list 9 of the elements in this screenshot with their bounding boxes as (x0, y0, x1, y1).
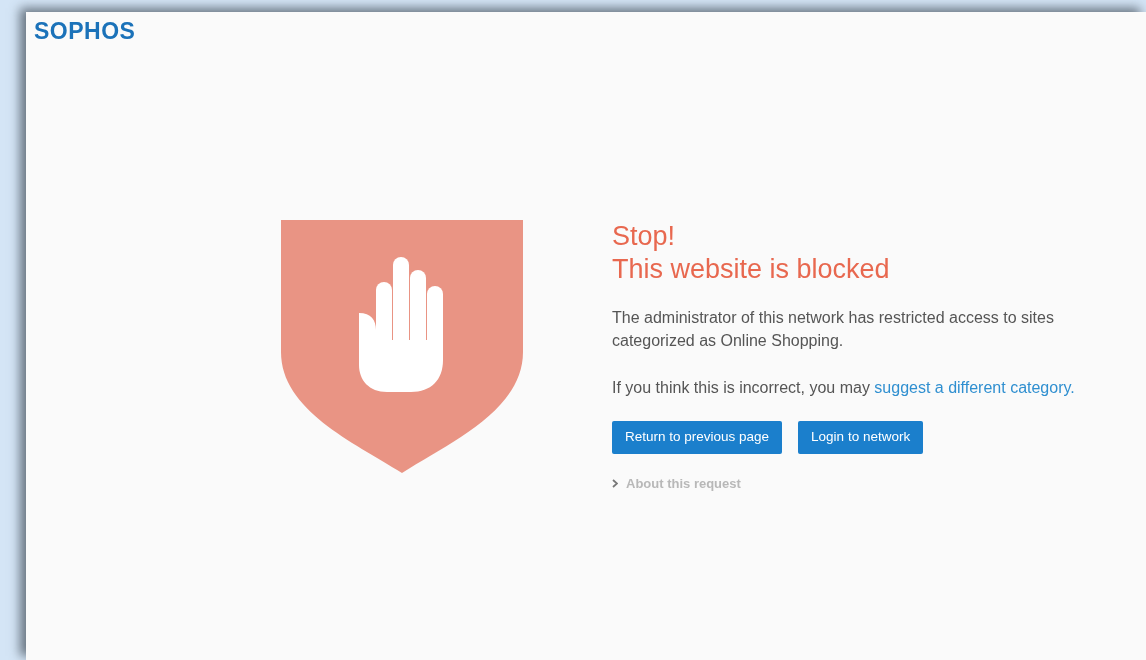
heading-text: This website is blocked (612, 253, 891, 286)
return-button[interactable]: Return to previous page (612, 421, 783, 454)
suggest-category-link[interactable]: suggest a different category. (874, 379, 1075, 396)
prompt-text: If you think this is incorrect, you may suggest a different category. (612, 378, 1076, 398)
logo: SOPHOS (34, 20, 136, 43)
message-text: The administrator of this network has restricted access to sites categorized as Online Shopping. (612, 308, 1055, 351)
heading-text: Stop! (612, 220, 677, 253)
login-button[interactable]: Login to network (798, 421, 924, 454)
chevron-icon (612, 479, 618, 489)
